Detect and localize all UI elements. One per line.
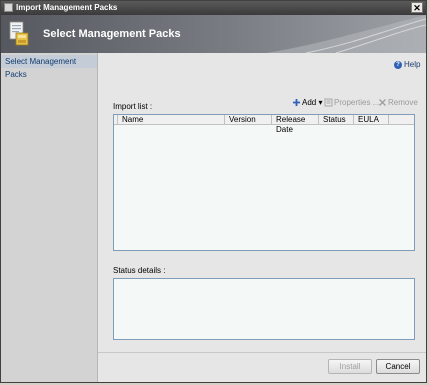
- footer-divider: [98, 352, 426, 353]
- title-bar[interactable]: Import Management Packs ✕: [1, 1, 426, 15]
- status-details-label: Status details :: [113, 266, 166, 275]
- import-list-label: Import list :: [113, 102, 153, 111]
- sidebar-item-select-management-packs[interactable]: Select Management Packs: [1, 55, 97, 79]
- remove-label: Remove: [388, 98, 418, 107]
- remove-icon: [379, 99, 386, 107]
- cancel-button[interactable]: Cancel: [376, 359, 420, 374]
- column-header-release-date[interactable]: Release Date: [271, 115, 318, 134]
- wizard-header: Select Management Packs: [1, 15, 426, 53]
- header-decoration: [266, 15, 426, 53]
- page-title: Select Management Packs: [43, 28, 181, 40]
- properties-label: Properties ...: [334, 98, 380, 107]
- add-label: Add: [302, 98, 317, 107]
- window-icon: [4, 3, 13, 12]
- help-icon: ?: [394, 60, 402, 69]
- add-button[interactable]: Add ▾: [292, 97, 322, 109]
- column-header-name[interactable]: Name: [117, 115, 224, 125]
- wizard-sidebar: Select Management Packs: [1, 53, 98, 382]
- status-details-box[interactable]: [113, 278, 415, 340]
- add-icon: [293, 99, 300, 107]
- install-button[interactable]: Install: [328, 359, 372, 374]
- column-header-eula[interactable]: EULA: [353, 115, 388, 125]
- column-header-status[interactable]: Status: [318, 115, 353, 125]
- import-management-packs-window: Import Management Packs ✕ Select Managem…: [0, 0, 427, 383]
- chevron-down-icon: ▾: [316, 98, 323, 107]
- help-link[interactable]: ? Help: [394, 59, 420, 71]
- close-button[interactable]: ✕: [411, 2, 423, 13]
- window-title: Import Management Packs: [16, 3, 118, 12]
- import-list-grid[interactable]: Name Version Release Date Status EULA: [113, 114, 415, 251]
- grid-header: Name Version Release Date Status EULA: [114, 115, 414, 134]
- management-pack-icon: [9, 21, 29, 46]
- column-header-version[interactable]: Version: [224, 115, 271, 125]
- properties-icon: [324, 98, 333, 107]
- column-header-filler: [388, 115, 414, 125]
- properties-button[interactable]: Properties ...: [324, 97, 379, 109]
- remove-button[interactable]: Remove: [378, 97, 418, 109]
- help-label: Help: [404, 60, 421, 69]
